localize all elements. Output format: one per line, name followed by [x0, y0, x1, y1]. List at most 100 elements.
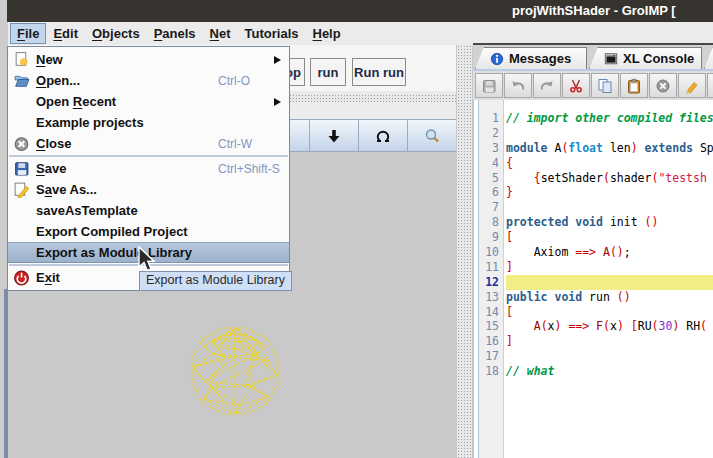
console-icon [604, 52, 618, 66]
console-panel: MessagesXL Console 123456789101112131415… [473, 43, 713, 458]
code-line-9: [ [506, 230, 713, 245]
menu-item-label: Open... [36, 73, 80, 88]
view-toolbar-button-down-arrow[interactable] [309, 120, 358, 151]
menu-item-open[interactable]: Open... Ctrl-O [8, 70, 289, 91]
cut-icon [568, 78, 584, 94]
line-number: 14 [479, 305, 503, 320]
toolbar-button-copy[interactable] [591, 73, 619, 98]
tab-label: Messages [509, 51, 571, 66]
code-line-4: { [506, 156, 713, 171]
code-line-16: ] [506, 334, 713, 349]
code-line-12 [506, 275, 713, 290]
tooltip: Export as Module Library [139, 271, 292, 291]
menu-item-new[interactable]: New [8, 49, 289, 70]
code-line-18: // what [506, 364, 713, 379]
tab-bar: Messages XL Console [473, 45, 713, 69]
menu-item-label: Example projects [36, 115, 144, 130]
line-number: 8 [479, 215, 503, 230]
tooltip-text: Export as Module Library [146, 273, 285, 287]
code-line-2 [506, 126, 713, 141]
line-number: 10 [479, 245, 503, 260]
menu-item-export-compiled-project[interactable]: Export Compiled Project [8, 221, 289, 242]
tab-label: XL Console [623, 51, 694, 66]
button-run-run[interactable]: Run run [352, 58, 406, 86]
line-number: 2 [479, 126, 503, 141]
menu-item-saveastemplate[interactable]: saveAsTemplate [8, 200, 289, 221]
code-area[interactable]: // import other compiled filesmodule A(f… [506, 100, 713, 458]
toolbar-button-highlight[interactable] [678, 73, 706, 98]
code-line-5: {setShader(shader("testsh [506, 171, 713, 186]
code-line-3: module A(float len) extends Sp [506, 141, 713, 156]
toolbar-button-paste[interactable] [620, 73, 648, 98]
submenu-arrow-icon [274, 56, 281, 64]
line-number: 18 [479, 364, 503, 379]
menu-bar: FileEditObjectsPanelsNetTutorialsHelp [8, 22, 713, 45]
window-titlebar[interactable]: projWithSHader - GroIMP [ [7, 0, 713, 22]
toolbar-button-cut[interactable] [562, 73, 590, 98]
button-run[interactable]: run [310, 58, 346, 86]
toolbar-button-delete[interactable] [649, 73, 677, 98]
line-number: 16 [479, 334, 503, 349]
toolbar-button-undo[interactable] [504, 73, 532, 98]
menu-item-save[interactable]: Save Ctrl+Shift-S [8, 158, 289, 179]
menu-file[interactable]: File [10, 23, 46, 44]
toolbar-button-next[interactable] [707, 73, 713, 98]
menu-item-label: Close [36, 136, 71, 151]
code-line-17 [506, 349, 713, 364]
open-icon [13, 72, 30, 89]
menu-objects[interactable]: Objects [85, 23, 147, 44]
orbit-icon [375, 128, 391, 144]
menu-item-close[interactable]: Close Ctrl-W [8, 133, 289, 154]
save-icon [13, 160, 30, 177]
code-line-10: Axiom ==> A(); [506, 245, 713, 260]
menu-item-label: Open Recent [36, 94, 116, 109]
line-number: 11 [479, 260, 503, 275]
menu-net[interactable]: Net [203, 23, 238, 44]
line-number-gutter: 123456789101112131415161718 [479, 100, 504, 458]
save-icon-gray [481, 78, 497, 94]
menu-item-open-recent[interactable]: Open Recent [8, 91, 289, 112]
exit-icon [13, 269, 30, 286]
down-arrow-icon [326, 128, 342, 144]
line-number: 17 [479, 349, 503, 364]
code-line-8: protected void init () [506, 215, 713, 230]
line-number: 1 [479, 111, 503, 126]
tab-xl-console[interactable]: XL Console [589, 47, 702, 69]
menu-help[interactable]: Help [306, 23, 348, 44]
toolbar-button-save-gray[interactable] [475, 73, 503, 98]
tab-messages[interactable]: Messages [475, 47, 587, 69]
menu-item-save-as[interactable]: Save As... [8, 179, 289, 200]
menu-shortcut: Ctrl-O [218, 74, 250, 88]
panel-splitter[interactable] [456, 45, 473, 458]
line-number: 7 [479, 200, 503, 215]
menu-edit[interactable]: Edit [46, 23, 85, 44]
menu-item-example-projects[interactable]: Example projects [8, 112, 289, 133]
paste-icon [626, 78, 642, 94]
menu-item-label: New [36, 52, 63, 67]
menu-shortcut: Ctrl-W [218, 137, 252, 151]
code-editor[interactable]: 123456789101112131415161718 // import ot… [473, 100, 713, 458]
menu-item-label: Save [36, 161, 66, 176]
code-line-13: public void run () [506, 290, 713, 305]
menu-separator [9, 155, 288, 157]
window-title: projWithSHader - GroIMP [ [512, 3, 676, 18]
code-line-7 [506, 200, 713, 215]
menu-shortcut: Ctrl+Shift-S [218, 162, 280, 176]
line-number: 4 [479, 156, 503, 171]
menu-item-label: Export as Module Library [36, 245, 192, 260]
close-icon [13, 135, 30, 152]
menu-tutorials[interactable]: Tutorials [238, 23, 306, 44]
line-number: 9 [479, 230, 503, 245]
code-line-11: ] [506, 260, 713, 275]
line-number: 12 [479, 275, 503, 290]
view-toolbar-button-zoom[interactable] [407, 120, 456, 151]
line-number: 15 [479, 319, 503, 334]
code-line-15: A(x) ==> F(x) [RU(30) RH( [506, 319, 713, 334]
toolbar-button-redo[interactable] [533, 73, 561, 98]
copy-icon [597, 78, 613, 94]
line-number: 3 [479, 141, 503, 156]
view-toolbar-button-orbit[interactable] [358, 120, 407, 151]
menu-panels[interactable]: Panels [147, 23, 203, 44]
tab-partial[interactable] [704, 47, 713, 69]
info-icon [490, 52, 504, 66]
